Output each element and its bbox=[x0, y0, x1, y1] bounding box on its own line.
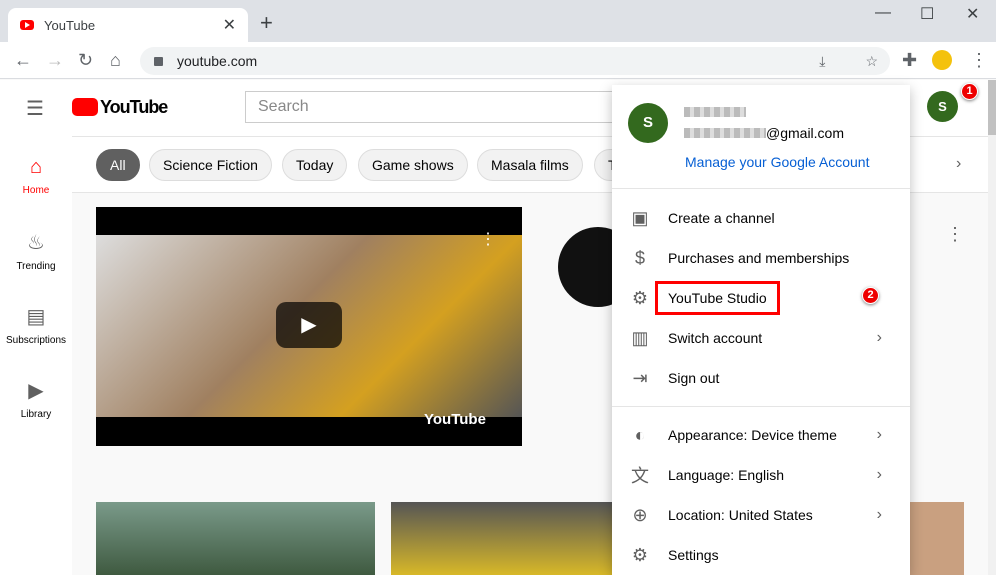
home-icon[interactable]: ⌂ bbox=[110, 50, 121, 71]
video-ad[interactable]: ▶ ⋮ YouTube bbox=[96, 207, 522, 446]
home-icon: ⌂ bbox=[29, 156, 43, 178]
more-options-icon[interactable]: ⋮ bbox=[480, 229, 496, 249]
globe-icon: ⊕ bbox=[632, 504, 648, 525]
sign-out-icon: ⇥ bbox=[632, 367, 648, 388]
chevron-right-icon: › bbox=[876, 329, 882, 346]
forward-icon[interactable]: → bbox=[46, 50, 64, 71]
divider bbox=[612, 406, 910, 407]
chip-game-shows[interactable]: Game shows bbox=[358, 149, 468, 181]
chip-today[interactable]: Today bbox=[282, 149, 348, 181]
dollar-icon: $ bbox=[634, 247, 645, 268]
chevron-right-icon[interactable]: › bbox=[956, 155, 961, 173]
gear-icon: ⚙ bbox=[631, 544, 649, 565]
menu-item-purchases[interactable]: $ Purchases and memberships bbox=[612, 238, 910, 278]
sidebar: ⌂ Home ♨ Trending ▤ Subscriptions ▶ Library bbox=[0, 136, 72, 575]
gear-icon: ⚙ bbox=[631, 287, 649, 308]
youtube-logo[interactable]: YouTube bbox=[100, 97, 168, 118]
video-thumbnail[interactable] bbox=[96, 502, 375, 575]
reload-icon[interactable]: ↻ bbox=[78, 50, 93, 71]
account-email: @gmail.com bbox=[684, 125, 844, 141]
url-text: youtube.com bbox=[177, 53, 258, 69]
account-menu: S @gmail.com Manage your Google Account … bbox=[612, 85, 910, 575]
menu-icon[interactable]: ☰ bbox=[26, 96, 44, 121]
maximize-button[interactable]: ☐ bbox=[920, 4, 934, 24]
youtube-favicon-icon bbox=[20, 20, 34, 30]
minimize-button[interactable]: — bbox=[875, 4, 891, 22]
sidebar-item-subscriptions[interactable]: ▤ Subscriptions bbox=[0, 304, 72, 346]
menu-item-language[interactable]: 文 Language: English › bbox=[612, 455, 910, 495]
menu-item-create-channel[interactable]: ▣ Create a channel bbox=[612, 198, 910, 238]
switch-account-icon: ▥ bbox=[631, 327, 649, 348]
new-tab-button[interactable]: + bbox=[260, 10, 273, 36]
tab-title: YouTube bbox=[44, 17, 96, 33]
menu-item-sign-out[interactable]: ⇥ Sign out bbox=[612, 358, 910, 398]
address-bar[interactable]: youtube.com ⤓ ☆ bbox=[140, 47, 890, 75]
menu-item-location[interactable]: ⊕ Location: United States › bbox=[612, 495, 910, 535]
account-name-redacted bbox=[684, 107, 746, 117]
person-icon: ▣ bbox=[631, 207, 649, 228]
lock-icon bbox=[154, 56, 163, 66]
chip-masala-films[interactable]: Masala films bbox=[477, 149, 583, 181]
sidebar-item-trending[interactable]: ♨ Trending bbox=[0, 230, 72, 272]
theme-icon: ◐ bbox=[634, 424, 646, 445]
more-options-icon[interactable]: ⋮ bbox=[946, 224, 964, 245]
menu-item-switch-account[interactable]: ▥ Switch account › bbox=[612, 318, 910, 358]
subscriptions-icon: ▤ bbox=[26, 306, 46, 328]
manage-account-link[interactable]: Manage your Google Account bbox=[685, 154, 869, 170]
sidebar-item-home[interactable]: ⌂ Home bbox=[0, 156, 72, 196]
close-tab-icon[interactable]: ✕ bbox=[223, 15, 236, 35]
youtube-logo-icon[interactable] bbox=[72, 98, 98, 116]
menu-item-appearance[interactable]: ◐ Appearance: Device theme › bbox=[612, 415, 910, 455]
back-icon[interactable]: ← bbox=[14, 50, 32, 71]
flame-icon: ♨ bbox=[27, 232, 45, 254]
avatar-button[interactable]: S bbox=[927, 91, 958, 122]
scrollbar[interactable] bbox=[988, 80, 996, 575]
divider bbox=[612, 188, 910, 189]
search-input[interactable]: Search bbox=[245, 91, 615, 123]
star-icon[interactable]: ☆ bbox=[865, 53, 878, 70]
install-icon[interactable]: ⤓ bbox=[819, 53, 825, 70]
chip-all[interactable]: All bbox=[96, 149, 140, 181]
close-window-button[interactable]: ✕ bbox=[966, 4, 979, 24]
library-icon: ▶ bbox=[28, 380, 44, 402]
translate-icon: 文 bbox=[631, 466, 649, 486]
sidebar-item-library[interactable]: ▶ Library bbox=[0, 378, 72, 420]
chip-science-fiction[interactable]: Science Fiction bbox=[149, 149, 272, 181]
account-avatar: S bbox=[628, 103, 668, 143]
browser-tab[interactable]: YouTube ✕ bbox=[8, 8, 248, 42]
menu-item-settings[interactable]: ⚙ Settings bbox=[612, 535, 910, 575]
play-icon[interactable]: ▶ bbox=[276, 302, 342, 348]
extensions-icon[interactable]: ✚ bbox=[902, 50, 917, 71]
annotation-badge-2: 2 bbox=[862, 287, 879, 304]
more-menu-icon[interactable]: ⋮ bbox=[970, 50, 988, 71]
youtube-watermark: YouTube bbox=[424, 411, 486, 428]
browser-toolbar: ← → ↻ ⌂ youtube.com ⤓ ☆ ✚ ⋮ bbox=[0, 42, 996, 79]
video-thumbnail[interactable] bbox=[910, 502, 964, 575]
annotation-badge-1: 1 bbox=[961, 83, 978, 100]
profile-icon[interactable] bbox=[932, 50, 952, 70]
